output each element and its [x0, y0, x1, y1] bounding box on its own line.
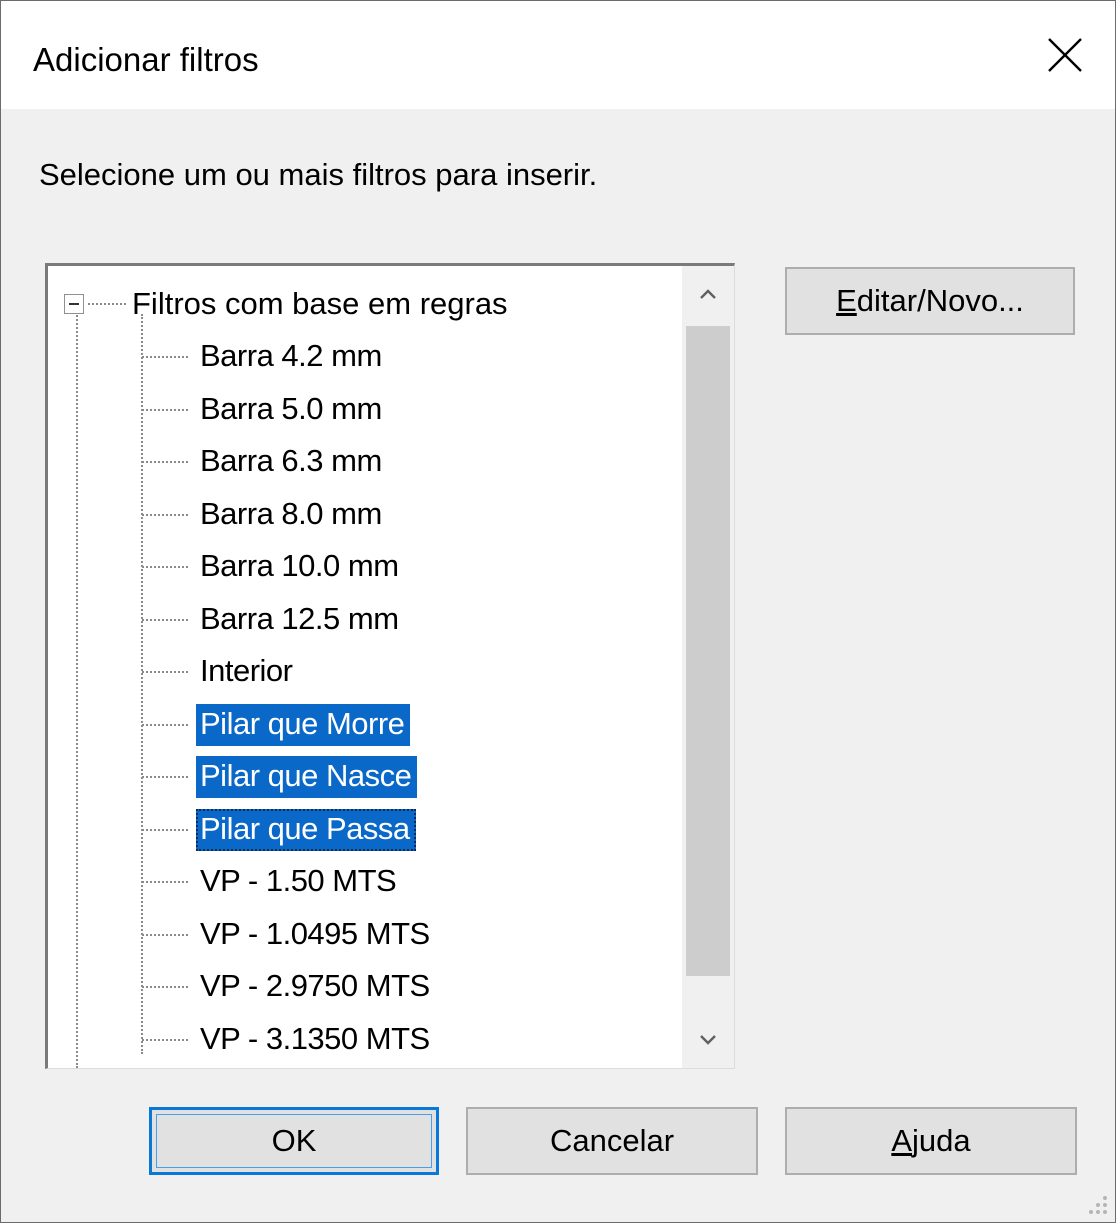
tree-root-label: Filtros com base em regras — [132, 286, 508, 321]
tree-item[interactable]: Interior — [142, 649, 298, 695]
tree-connector — [142, 828, 188, 831]
tree-connector — [142, 723, 188, 726]
tree-item-label: VP - 3.1350 MTS — [200, 1020, 430, 1056]
scroll-thumb[interactable] — [686, 326, 730, 976]
tree-item[interactable]: VP - 1.50 MTS — [142, 859, 402, 905]
tree-item[interactable]: Barra 6.3 mm — [142, 439, 388, 485]
tree-item-label: Pilar que Passa — [196, 808, 416, 851]
tree-item-label: VP - 1.50 MTS — [200, 863, 397, 898]
chevron-up-icon — [700, 289, 716, 299]
resize-grip-icon[interactable] — [1083, 1190, 1109, 1216]
tree-connector — [142, 408, 188, 411]
tree-connector — [142, 986, 188, 988]
ok-button[interactable]: OK — [149, 1107, 439, 1175]
title-bar[interactable]: Adicionar filtros — [1, 1, 1115, 109]
tree-item[interactable]: VP - 1.0495 MTS — [142, 912, 436, 958]
scroll-up-button[interactable] — [682, 266, 734, 322]
tree-item-label: Barra 12.5 mm — [200, 600, 399, 636]
edit-new-button[interactable]: Editar/Novo... — [785, 267, 1075, 335]
cancel-label: Cancelar — [549, 1123, 675, 1158]
help-label: Ajuda — [891, 1123, 971, 1158]
edit-new-label: Editar/Novo... — [836, 283, 1024, 318]
collapse-icon[interactable] — [64, 294, 84, 314]
tree-item[interactable]: Barra 8.0 mm — [142, 492, 388, 538]
tree-connector — [142, 881, 188, 883]
tree-item-label: Barra 10.0 mm — [200, 548, 399, 583]
tree-item[interactable]: Barra 5.0 mm — [142, 387, 388, 433]
tree-connector — [142, 1038, 188, 1041]
tree-connector — [142, 461, 188, 463]
tree-item[interactable]: VP - 3.1350 MTS — [142, 1017, 436, 1063]
tree-connector-line — [76, 308, 78, 1068]
tree-item-label: VP - 1.0495 MTS — [200, 915, 430, 951]
tree-item[interactable]: Barra 4.2 mm — [142, 334, 388, 380]
tree-item-label: Pilar que Nasce — [196, 756, 418, 798]
tree-item-label: Interior — [200, 653, 293, 688]
tree-item-label: Barra 6.3 mm — [200, 443, 382, 478]
vertical-scrollbar[interactable] — [682, 266, 734, 1068]
close-button[interactable] — [1015, 1, 1115, 109]
tree-connector — [142, 671, 188, 673]
tree-root-node[interactable]: Filtros com base em regras — [64, 284, 508, 324]
tree-connector — [142, 618, 188, 621]
add-filters-dialog: Adicionar filtros Selecione um ou mais f… — [0, 0, 1116, 1223]
window-title: Adicionar filtros — [33, 41, 259, 78]
chevron-down-icon — [700, 1035, 716, 1045]
tree-connector — [142, 566, 188, 568]
tree-connector — [142, 513, 188, 516]
close-icon — [1048, 38, 1082, 72]
tree-item-label: Barra 8.0 mm — [200, 495, 382, 531]
tree-item-label: Barra 4.2 mm — [200, 338, 382, 373]
tree-connector — [142, 356, 188, 358]
scroll-down-button[interactable] — [682, 1012, 734, 1068]
tree-item[interactable]: Pilar que Morre — [142, 702, 411, 748]
cancel-button[interactable]: Cancelar — [466, 1107, 758, 1175]
tree-connector — [88, 303, 126, 305]
instruction-text: Selecione um ou mais filtros para inseri… — [39, 157, 598, 192]
tree-item[interactable]: Pilar que Nasce — [142, 754, 418, 800]
ok-label: OK — [271, 1123, 317, 1158]
tree-item[interactable]: Barra 10.0 mm — [142, 544, 405, 590]
filter-tree[interactable]: Filtros com base em regras Barra 4.2 mm B… — [45, 263, 735, 1069]
tree-item-label: Barra 5.0 mm — [200, 390, 382, 426]
help-button[interactable]: Ajuda — [785, 1107, 1077, 1175]
tree-connector — [142, 776, 188, 778]
tree-item[interactable]: Barra 12.5 mm — [142, 597, 405, 643]
tree-item-label: Pilar que Morre — [196, 703, 411, 746]
tree-item[interactable]: Pilar que Passa — [142, 807, 416, 853]
tree-connector — [142, 933, 188, 936]
tree-item[interactable]: VP - 2.9750 MTS — [142, 964, 436, 1010]
tree-item-label: VP - 2.9750 MTS — [200, 968, 430, 1003]
